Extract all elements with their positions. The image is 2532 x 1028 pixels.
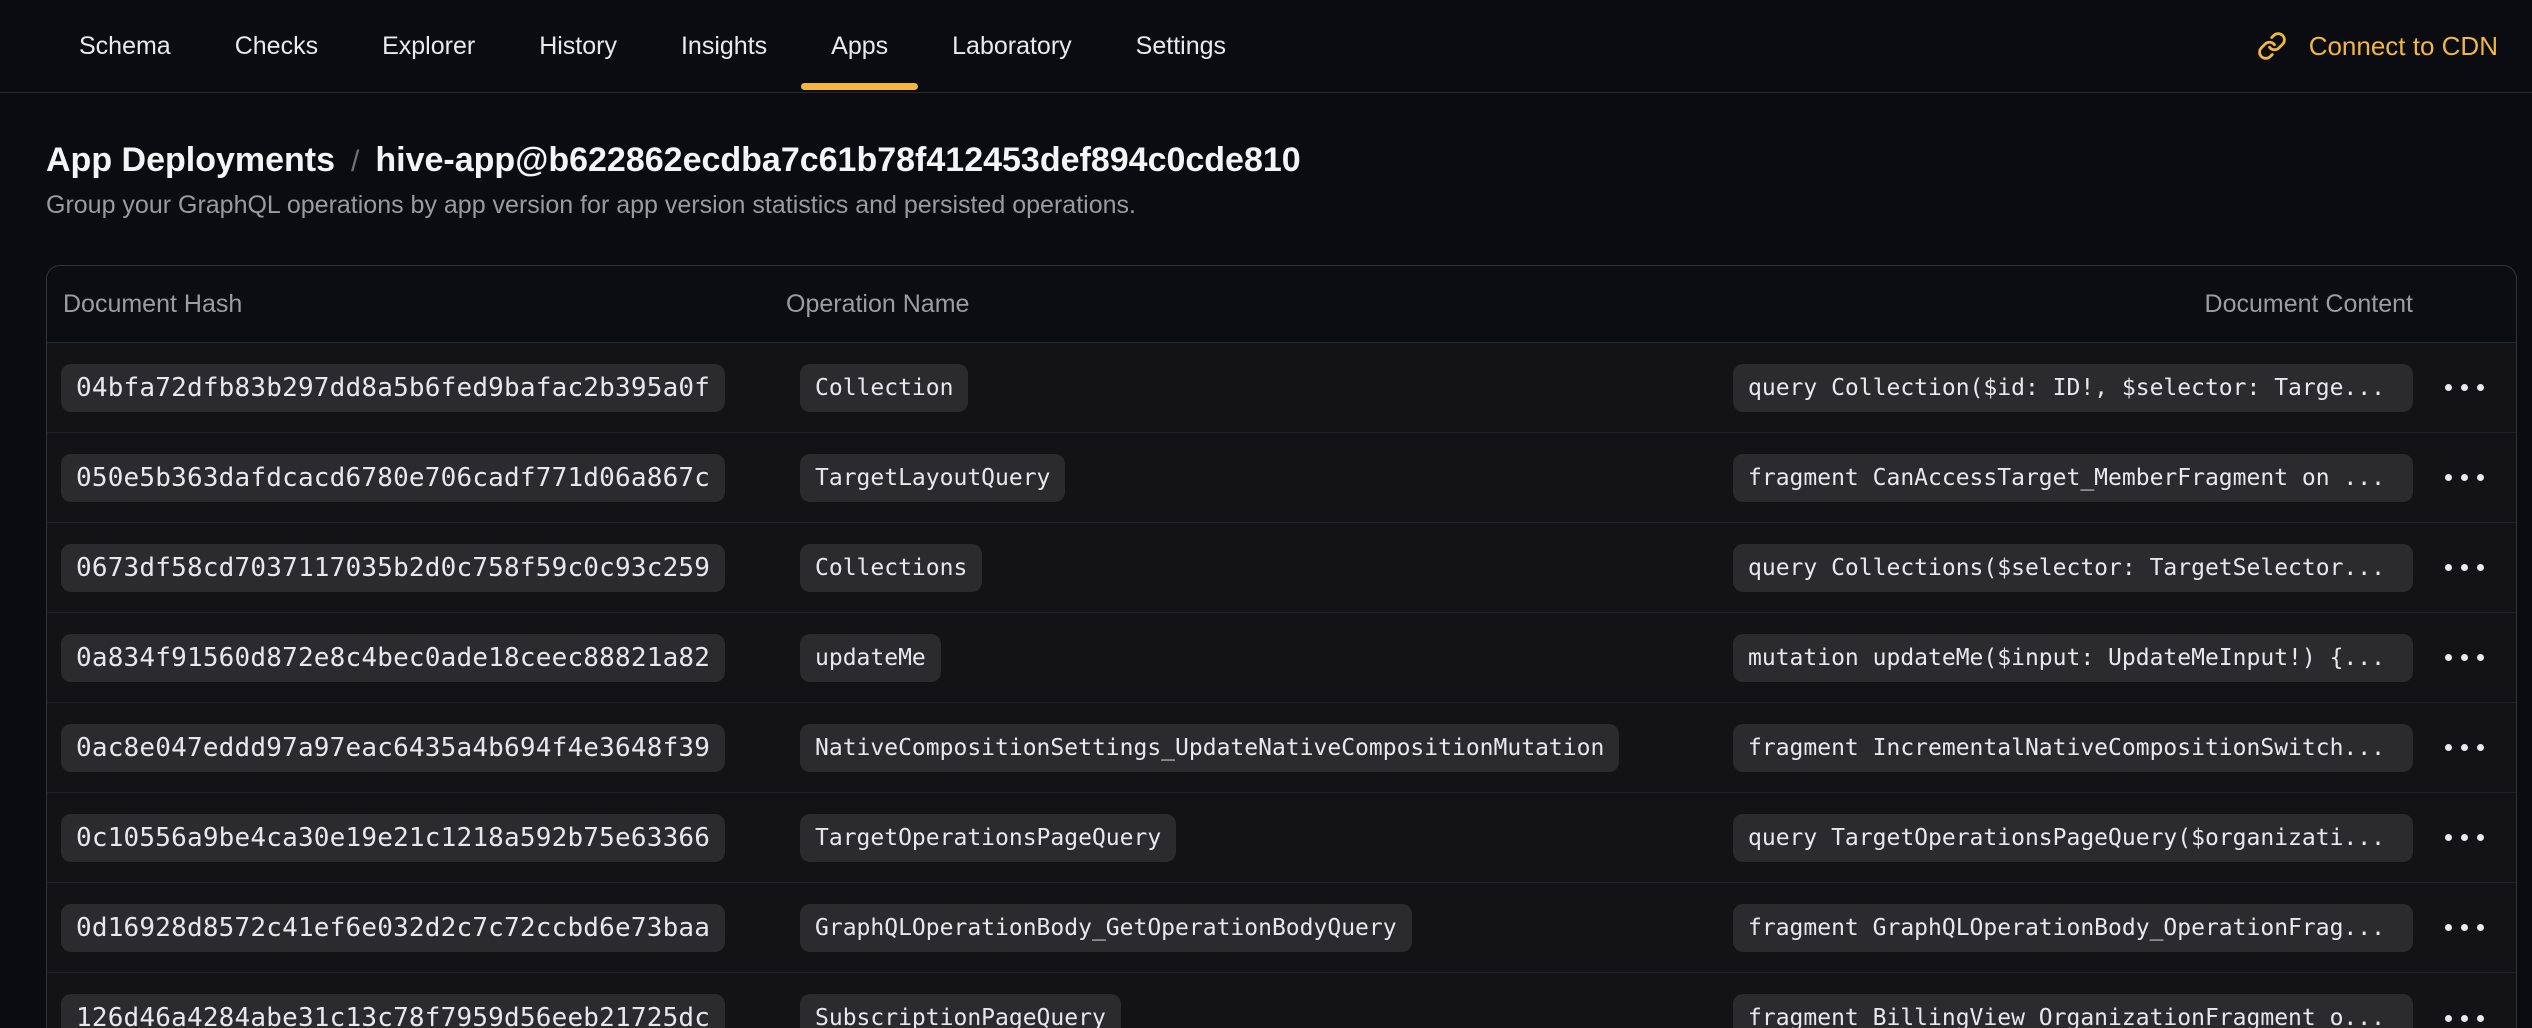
table-header-row: Document Hash Operation Name Document Co… (47, 266, 2516, 343)
document-hash-badge: 0ac8e047eddd97a97eac6435a4b694f4e3648f39 (61, 724, 725, 772)
top-navigation: Schema Checks Explorer History Insights … (0, 0, 2532, 93)
row-menu-button[interactable] (2439, 820, 2490, 855)
column-header-document-hash: Document Hash (47, 290, 786, 319)
tab-history[interactable]: History (539, 0, 617, 92)
app-deployments-table: Document Hash Operation Name Document Co… (46, 265, 2517, 1028)
operation-name-badge: TargetLayoutQuery (800, 454, 1065, 502)
ellipsis-icon (2445, 744, 2452, 751)
document-content-badge: query Collections($selector: TargetSelec… (1733, 544, 2413, 592)
document-content-badge: query TargetOperationsPageQuery($organiz… (1733, 814, 2413, 862)
document-hash-badge: 0a834f91560d872e8c4bec0ade18ceec88821a82 (61, 634, 725, 682)
operation-name-badge: GraphQLOperationBody_GetOperationBodyQue… (800, 904, 1412, 952)
breadcrumb: App Deployments / hive-app@b622862ecdba7… (46, 138, 2532, 184)
column-header-operation-name: Operation Name (786, 290, 1733, 319)
table-row: 050e5b363dafdcacd6780e706cadf771d06a867c… (47, 433, 2516, 523)
table-row: 0d16928d8572c41ef6e032d2c7c72ccbd6e73baa… (47, 883, 2516, 973)
ellipsis-icon (2445, 924, 2452, 931)
row-menu-button[interactable] (2439, 640, 2490, 675)
tab-explorer[interactable]: Explorer (382, 0, 475, 92)
tab-checks[interactable]: Checks (235, 0, 318, 92)
operation-name-badge: SubscriptionPageQuery (800, 994, 1121, 1028)
ellipsis-icon (2445, 564, 2452, 571)
page-header: App Deployments / hive-app@b622862ecdba7… (0, 93, 2532, 222)
tab-laboratory[interactable]: Laboratory (952, 0, 1072, 92)
ellipsis-icon (2445, 834, 2452, 841)
row-menu-button[interactable] (2439, 460, 2490, 495)
ellipsis-icon (2445, 474, 2452, 481)
table-row: 126d46a4284abe31c13c78f7959d56eeb21725dc… (47, 973, 2516, 1028)
operation-name-badge: TargetOperationsPageQuery (800, 814, 1176, 862)
breadcrumb-separator: / (351, 140, 359, 184)
tab-apps[interactable]: Apps (831, 0, 888, 92)
document-hash-badge: 0d16928d8572c41ef6e032d2c7c72ccbd6e73baa (61, 904, 725, 952)
table-row: 0673df58cd7037117035b2d0c758f59c0c93c259… (47, 523, 2516, 613)
document-hash-badge: 0673df58cd7037117035b2d0c758f59c0c93c259 (61, 544, 725, 592)
connect-to-cdn-label: Connect to CDN (2309, 31, 2498, 62)
row-menu-button[interactable] (2439, 1001, 2490, 1028)
link-icon (2257, 31, 2287, 61)
operation-name-badge: Collections (800, 544, 982, 592)
breadcrumb-app-deployments[interactable]: App Deployments (46, 138, 335, 182)
document-content-badge: fragment BillingView_OrganizationFragmen… (1733, 994, 2413, 1028)
page-subtitle: Group your GraphQL operations by app ver… (46, 188, 2532, 222)
row-menu-button[interactable] (2439, 550, 2490, 585)
table-row: 0ac8e047eddd97a97eac6435a4b694f4e3648f39… (47, 703, 2516, 793)
ellipsis-icon (2445, 1015, 2452, 1022)
row-menu-button[interactable] (2439, 370, 2490, 405)
operation-name-badge: Collection (800, 364, 968, 412)
tab-settings[interactable]: Settings (1136, 0, 1226, 92)
tab-insights[interactable]: Insights (681, 0, 767, 92)
table-body: 04bfa72dfb83b297dd8a5b6fed9bafac2b395a0f… (47, 343, 2516, 1028)
operation-name-badge: NativeCompositionSettings_UpdateNativeCo… (800, 724, 1619, 772)
connect-to-cdn-link[interactable]: Connect to CDN (2257, 31, 2514, 62)
document-content-badge: query Collection($id: ID!, $selector: Ta… (1733, 364, 2413, 412)
main-nav: Schema Checks Explorer History Insights … (79, 0, 1226, 92)
breadcrumb-current-app-version: hive-app@b622862ecdba7c61b78f412453def89… (375, 138, 1300, 182)
document-hash-badge: 126d46a4284abe31c13c78f7959d56eeb21725dc (61, 994, 725, 1028)
document-content-badge: fragment IncrementalNativeCompositionSwi… (1733, 724, 2413, 772)
table-row: 0c10556a9be4ca30e19e21c1218a592b75e63366… (47, 793, 2516, 883)
document-content-badge: fragment CanAccessTarget_MemberFragment … (1733, 454, 2413, 502)
ellipsis-icon (2445, 384, 2452, 391)
row-menu-button[interactable] (2439, 730, 2490, 765)
document-content-badge: fragment GraphQLOperationBody_OperationF… (1733, 904, 2413, 952)
column-header-document-content: Document Content (1733, 290, 2413, 319)
document-hash-badge: 04bfa72dfb83b297dd8a5b6fed9bafac2b395a0f (61, 364, 725, 412)
tab-schema[interactable]: Schema (79, 0, 171, 92)
row-menu-button[interactable] (2439, 910, 2490, 945)
document-hash-badge: 050e5b363dafdcacd6780e706cadf771d06a867c (61, 454, 725, 502)
operation-name-badge: updateMe (800, 634, 941, 682)
document-content-badge: mutation updateMe($input: UpdateMeInput!… (1733, 634, 2413, 682)
table-row: 0a834f91560d872e8c4bec0ade18ceec88821a82… (47, 613, 2516, 703)
ellipsis-icon (2445, 654, 2452, 661)
document-hash-badge: 0c10556a9be4ca30e19e21c1218a592b75e63366 (61, 814, 725, 862)
table-row: 04bfa72dfb83b297dd8a5b6fed9bafac2b395a0f… (47, 343, 2516, 433)
